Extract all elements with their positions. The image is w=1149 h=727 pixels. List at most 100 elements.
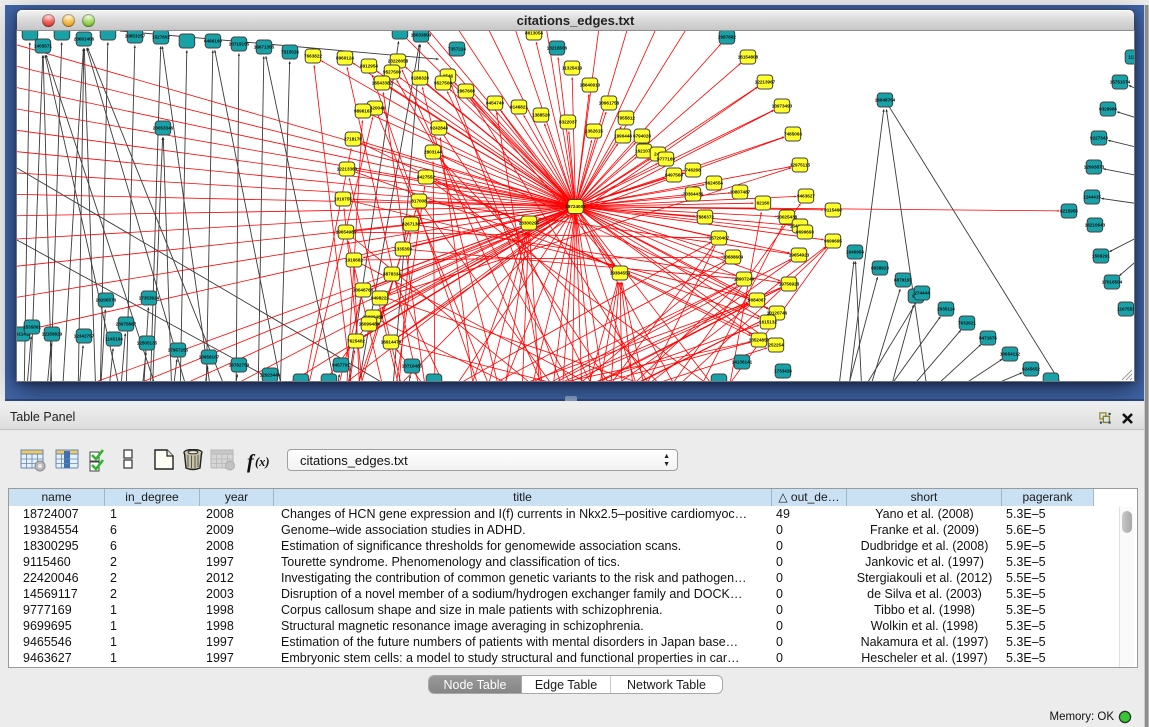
svg-text:9699693: 9699693: [796, 230, 814, 235]
svg-text:1112: 1112: [1128, 55, 1134, 60]
svg-text:12505135: 12505135: [137, 341, 158, 346]
svg-text:3624554: 3624554: [705, 181, 723, 186]
svg-text:16648764: 16648764: [875, 98, 896, 103]
svg-text:746266: 746266: [685, 168, 701, 173]
svg-text:9084067: 9084067: [748, 298, 766, 303]
svg-text:8186328: 8186328: [411, 76, 429, 81]
svg-text:10688609: 10688609: [723, 255, 744, 260]
svg-text:9699695: 9699695: [824, 239, 842, 244]
svg-text:15751074: 15751074: [1110, 80, 1131, 85]
svg-text:1527602: 1527602: [152, 35, 170, 40]
svg-text:19654923: 19654923: [789, 253, 810, 258]
svg-text:13716485: 13716485: [402, 364, 423, 369]
svg-text:16210643: 16210643: [1085, 223, 1106, 228]
svg-text:9227343: 9227343: [1090, 136, 1108, 141]
svg-text:6794028: 6794028: [633, 134, 651, 139]
svg-text:8471676: 8471676: [979, 336, 997, 341]
svg-text:7515526: 7515526: [281, 50, 299, 55]
svg-text:9777169: 9777169: [657, 157, 675, 162]
svg-text:8322037: 8322037: [559, 120, 577, 125]
svg-text:23975867: 23975867: [116, 322, 137, 327]
svg-text:23300295: 23300295: [519, 221, 540, 226]
svg-text:9146821: 9146821: [510, 105, 528, 110]
svg-text:17016504: 17016504: [1102, 280, 1123, 285]
svg-text:20691406: 20691406: [74, 37, 95, 42]
svg-text:8613054: 8613054: [525, 31, 543, 36]
svg-text:2087682: 2087682: [718, 35, 736, 40]
svg-text:20206576: 20206576: [96, 298, 117, 303]
svg-text:16033809: 16033809: [411, 33, 432, 38]
svg-text:10853257: 10853257: [125, 34, 146, 39]
svg-text:16914479: 16914479: [381, 340, 402, 345]
svg-text:15720407: 15720407: [709, 236, 730, 241]
svg-text:20364436: 20364436: [683, 192, 704, 197]
svg-text:18724007: 18724007: [565, 204, 586, 209]
svg-text:8267130: 8267130: [402, 222, 420, 227]
svg-text:7485063: 7485063: [784, 132, 802, 137]
svg-text:19756928: 19756928: [779, 282, 800, 287]
svg-text:1010755: 1010755: [334, 197, 352, 202]
svg-text:13524851: 13524851: [749, 338, 770, 343]
svg-text:1916682: 1916682: [345, 258, 363, 263]
svg-text:2718170: 2718170: [344, 137, 362, 142]
svg-text:11325419: 11325419: [562, 66, 583, 71]
svg-text:13218506: 13218506: [547, 46, 568, 51]
svg-text:10807487: 10807487: [730, 190, 751, 195]
svg-text:9245652: 9245652: [1022, 367, 1040, 372]
svg-text:19654985: 19654985: [336, 230, 357, 235]
svg-text:9527500: 9527500: [383, 70, 401, 75]
svg-text:16154808: 16154808: [738, 55, 759, 60]
svg-text:9329966: 9329966: [1099, 107, 1117, 112]
svg-text:1244415: 1244415: [1083, 195, 1101, 200]
svg-text:10654112: 10654112: [1000, 352, 1021, 357]
svg-text:20053346: 20053346: [153, 126, 174, 131]
svg-text:9527508: 9527508: [434, 81, 452, 86]
svg-text:7357224: 7357224: [448, 47, 466, 52]
svg-text:9115460: 9115460: [824, 208, 842, 213]
svg-text:6879197: 6879197: [894, 278, 912, 283]
svg-text:7625402: 7625402: [347, 339, 365, 344]
svg-text:23226058: 23226058: [388, 59, 409, 64]
svg-text:10046766: 10046766: [353, 288, 374, 293]
svg-text:7632621: 7632621: [958, 321, 976, 326]
svg-text:10961758: 10961758: [599, 101, 620, 106]
svg-text:274444: 274444: [914, 291, 930, 296]
svg-text:12342757: 12342757: [74, 334, 95, 339]
svg-text:1405571: 1405571: [34, 44, 52, 49]
svg-text:6466160: 6466160: [204, 39, 222, 44]
svg-text:9498222: 9498222: [371, 296, 389, 301]
svg-text:12975115: 12975115: [790, 163, 811, 168]
svg-text:817008: 817008: [411, 199, 427, 204]
svg-text:8960124: 8960124: [336, 56, 354, 61]
svg-text:6497568: 6497568: [665, 173, 683, 178]
svg-text:1388520: 1388520: [532, 113, 550, 118]
svg-text:1640954: 1640954: [846, 250, 864, 255]
svg-text:1990448: 1990448: [614, 134, 632, 139]
svg-text:9457791: 9457791: [332, 363, 350, 368]
svg-text:12156829: 12156829: [42, 332, 63, 337]
svg-text:10958107: 10958107: [199, 355, 220, 360]
svg-text:7663822: 7663822: [304, 54, 322, 59]
svg-text:16099489: 16099489: [359, 322, 380, 327]
svg-text:1535061: 1535061: [23, 325, 41, 330]
svg-text:10719155: 10719155: [229, 42, 250, 47]
svg-text:1733426: 1733426: [774, 369, 792, 374]
svg-text:2935114: 2935114: [937, 307, 955, 312]
svg-text:12213967: 12213967: [755, 80, 776, 85]
svg-text:12923446: 12923446: [260, 373, 281, 378]
svg-text:8912954: 8912954: [360, 64, 378, 69]
svg-text:17957255: 17957255: [168, 348, 189, 353]
svg-text:10973493: 10973493: [772, 104, 793, 109]
svg-text:1362615: 1362615: [585, 129, 603, 134]
svg-text:8427552: 8427552: [417, 175, 435, 180]
svg-text:7886372: 7886372: [696, 215, 714, 220]
svg-text:16543382: 16543382: [372, 81, 393, 86]
svg-text:9242848: 9242848: [430, 126, 448, 131]
svg-text:14136141: 14136141: [732, 360, 753, 365]
svg-text:19384554: 19384554: [610, 271, 631, 276]
svg-text:16671355: 16671355: [254, 45, 275, 50]
svg-text:8938923: 8938923: [871, 266, 889, 271]
svg-text:9463627: 9463627: [797, 194, 815, 199]
svg-text:9896163: 9896163: [354, 109, 372, 114]
svg-text:2867608: 2867608: [457, 89, 475, 94]
